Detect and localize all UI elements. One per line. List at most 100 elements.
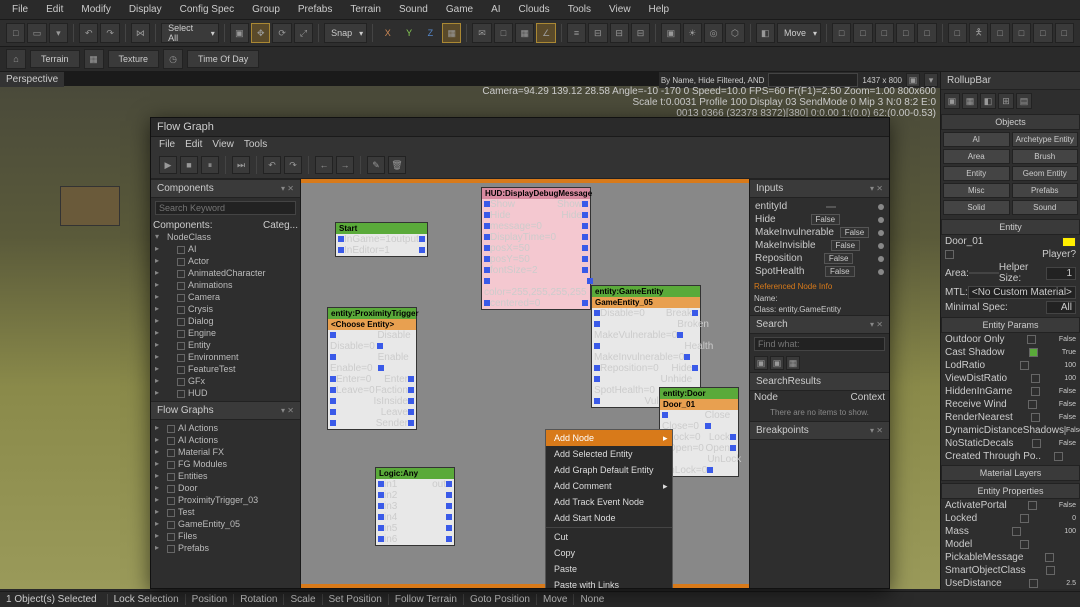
move-icon[interactable]: ✥ [251, 23, 270, 43]
comp-dialog[interactable]: Dialog [153, 315, 298, 327]
vp-btn2[interactable]: ▾ [924, 73, 938, 87]
input-row[interactable]: entityId [752, 200, 887, 213]
menu-ai[interactable]: AI [487, 2, 504, 17]
search-input[interactable] [754, 337, 885, 351]
fg-proximitytrigger_03[interactable]: ProximityTrigger_03 [153, 494, 298, 506]
fg-menu-view[interactable]: View [212, 139, 234, 150]
angle-icon[interactable]: ∠ [536, 23, 555, 43]
back-icon[interactable]: ← [315, 156, 333, 174]
comp-animatedcharacter[interactable]: AnimatedCharacter [153, 267, 298, 279]
fg-materialfx[interactable]: Material FX [153, 446, 298, 458]
input-row[interactable]: RepositionFalse [752, 252, 887, 265]
comp-ai[interactable]: AI [153, 243, 298, 255]
tab-texture[interactable]: Texture [108, 50, 160, 68]
menu-sound[interactable]: Sound [395, 2, 432, 17]
layers-icon[interactable]: ≡ [567, 23, 586, 43]
fg-aiactions[interactable]: AI Actions [153, 434, 298, 446]
db3-icon[interactable]: ⊟ [631, 23, 650, 43]
stop-icon[interactable]: ■ [180, 156, 198, 174]
axis-x[interactable]: X [378, 23, 397, 43]
area-val[interactable] [969, 272, 999, 274]
t4-icon[interactable]: □ [896, 23, 915, 43]
axis-y[interactable]: Y [399, 23, 418, 43]
input-row[interactable]: HideFalse [752, 213, 887, 226]
fg-aiactions[interactable]: AI Actions [153, 422, 298, 434]
play-icon[interactable]: ▶ [159, 156, 177, 174]
t8-icon[interactable]: □ [1012, 23, 1031, 43]
nodeclass-row[interactable]: NodeClass [153, 231, 298, 243]
comp-hud[interactable]: HUD [153, 387, 298, 399]
menu-group[interactable]: Group [248, 2, 284, 17]
vp-btn1[interactable]: ▣ [906, 73, 920, 87]
input-row[interactable]: SpotHealthFalse [752, 265, 887, 278]
undo2-icon[interactable]: ↶ [263, 156, 281, 174]
obj-solid[interactable]: Solid [943, 200, 1010, 215]
box-icon[interactable]: □ [494, 23, 513, 43]
light-icon[interactable]: ☀ [683, 23, 702, 43]
t7-icon[interactable]: □ [990, 23, 1009, 43]
rtab1-icon[interactable]: ▣ [944, 93, 960, 109]
node-logicany[interactable]: Logic:Any in1outin2in3in4in5in6 [375, 467, 455, 546]
minspec-val[interactable]: All [1046, 301, 1076, 314]
step-icon[interactable]: ⏭ [232, 156, 250, 174]
mtl-val[interactable]: <No Custom Material> [968, 286, 1076, 299]
flowgraph-canvas[interactable]: Start InGame=1outputInEditor=1 HUD:Displ… [301, 179, 749, 588]
clock-icon[interactable]: ◷ [163, 49, 183, 69]
fg-files[interactable]: Files [153, 530, 298, 542]
db2-icon[interactable]: ⊟ [610, 23, 629, 43]
select-all-dropdown[interactable]: Select All [161, 23, 219, 43]
ctx-add-comment[interactable]: Add Comment [546, 478, 672, 494]
obj-misc[interactable]: Misc [943, 183, 1010, 198]
snap-grid-icon[interactable]: ▦ [442, 23, 461, 43]
fg-fgmodules[interactable]: FG Modules [153, 458, 298, 470]
ctx-add-selected-entity[interactable]: Add Selected Entity [546, 446, 672, 462]
ctx-head[interactable]: Add Node [546, 430, 672, 446]
menu-view[interactable]: View [605, 2, 635, 17]
t2-icon[interactable]: □ [853, 23, 872, 43]
rtab5-icon[interactable]: ▤ [1016, 93, 1032, 109]
fwd-icon[interactable]: → [336, 156, 354, 174]
ctx-paste-with-links[interactable]: Paste with Links [546, 577, 672, 588]
tab-terrain[interactable]: Terrain [30, 50, 80, 68]
t5-icon[interactable]: □ [917, 23, 936, 43]
obj-geomentity[interactable]: Geom Entity [1012, 166, 1079, 181]
comp-gfx[interactable]: GFx [153, 375, 298, 387]
node-debugmsg[interactable]: HUD:DisplayDebugMessage ShowShowHideHide… [481, 187, 591, 310]
t1-icon[interactable]: □ [832, 23, 851, 43]
menu-edit[interactable]: Edit [42, 2, 67, 17]
rotate-icon[interactable]: ⟳ [272, 23, 291, 43]
ctx-add-track-event-node[interactable]: Add Track Event Node [546, 494, 672, 510]
save-icon[interactable]: ▾ [49, 23, 68, 43]
fg-test[interactable]: Test [153, 506, 298, 518]
comp-crysis[interactable]: Crysis [153, 303, 298, 315]
comp-animations[interactable]: Animations [153, 279, 298, 291]
menu-modify[interactable]: Modify [77, 2, 114, 17]
ctx-paste[interactable]: Paste [546, 561, 672, 577]
link-icon[interactable]: ⋈ [131, 23, 150, 43]
search-opt2[interactable]: ▣ [770, 356, 784, 370]
search-opt3[interactable]: ▦ [786, 356, 800, 370]
fg-door[interactable]: Door [153, 482, 298, 494]
comp-engine[interactable]: Engine [153, 327, 298, 339]
menu-display[interactable]: Display [125, 2, 166, 17]
components-search[interactable] [155, 201, 296, 215]
obj-entity[interactable]: Entity [943, 166, 1010, 181]
menu-game[interactable]: Game [442, 2, 477, 17]
menu-configspec[interactable]: Config Spec [176, 2, 238, 17]
input-row[interactable]: MakeInvisibleFalse [752, 239, 887, 252]
ctx-add-start-node[interactable]: Add Start Node [546, 510, 672, 526]
obj-sound[interactable]: Sound [1012, 200, 1079, 215]
input-row[interactable]: MakeInvulnerableFalse [752, 226, 887, 239]
helper-val[interactable]: 1 [1046, 267, 1076, 280]
menu-clouds[interactable]: Clouds [515, 2, 554, 17]
cam-icon[interactable]: ▣ [661, 23, 680, 43]
new-icon[interactable]: □ [6, 23, 25, 43]
obj-ai[interactable]: AI [943, 132, 1010, 147]
t9-icon[interactable]: □ [1033, 23, 1052, 43]
menu-help[interactable]: Help [645, 2, 674, 17]
ctx-cut[interactable]: Cut [546, 529, 672, 545]
rtab2-icon[interactable]: ▦ [962, 93, 978, 109]
db-icon[interactable]: ⊟ [588, 23, 607, 43]
move-dropdown[interactable]: Move [777, 23, 821, 43]
t10-icon[interactable]: □ [1055, 23, 1074, 43]
